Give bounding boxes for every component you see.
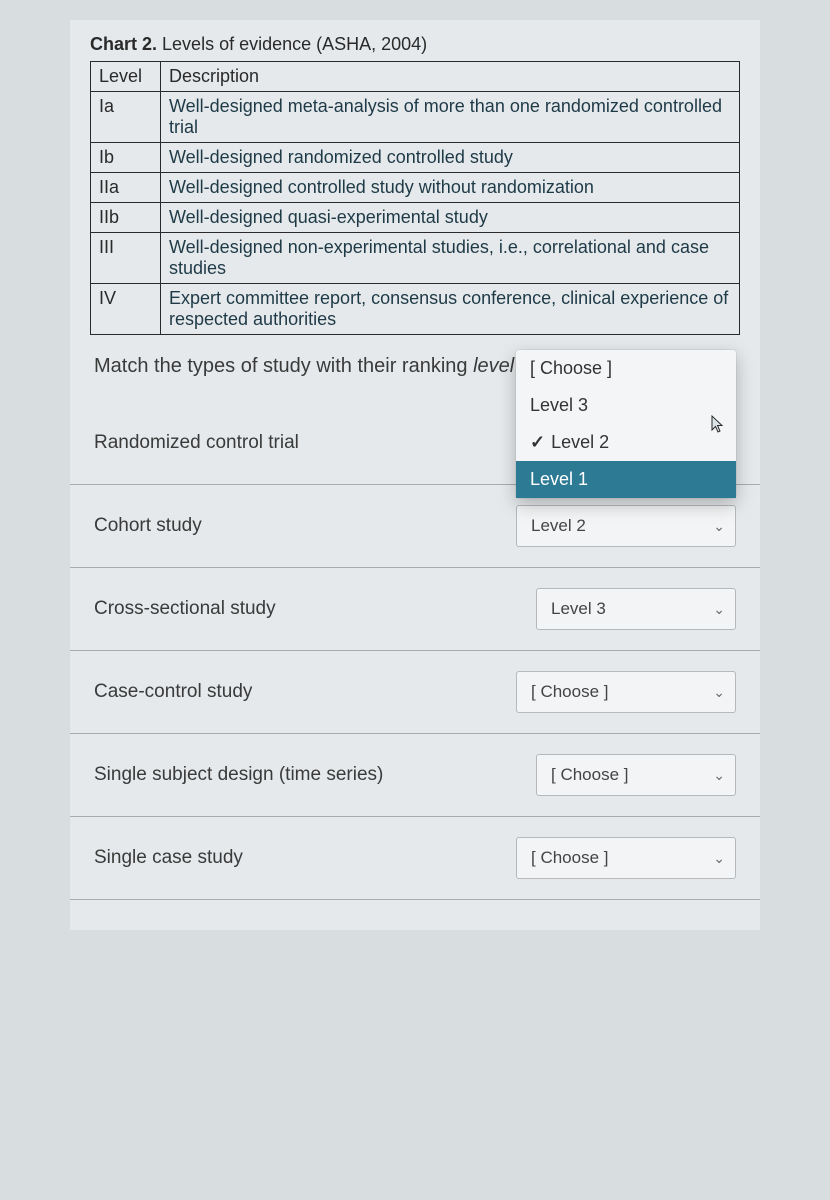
match-row-randomized: Randomized control trial Level 1 ⌄ [ Cho… [70,402,760,485]
cell-description: Well-designed randomized controlled stud… [161,143,740,173]
cell-level: IIa [91,173,161,203]
question-italic: level [473,355,514,377]
table-row: IaWell-designed meta-analysis of more th… [91,92,740,143]
match-label: Cohort study [94,515,516,537]
select-value: Level 3 [551,599,606,619]
chevron-down-icon: ⌄ [713,767,725,784]
cell-description: Well-designed non-experimental studies, … [161,233,740,284]
match-label: Cross-sectional study [94,598,536,620]
table-row: IIIWell-designed non-experimental studie… [91,233,740,284]
match-label: Single case study [94,847,516,869]
level-select[interactable]: Level 2 ⌄ [516,505,736,547]
match-row-cross-sectional: Cross-sectional study Level 3 ⌄ [70,568,760,651]
evidence-table: Level Description IaWell-designed meta-a… [90,61,740,335]
table-row: IIbWell-designed quasi-experimental stud… [91,203,740,233]
level-select[interactable]: Level 3 ⌄ [536,588,736,630]
cell-level: Ib [91,143,161,173]
dropdown-item-level3[interactable]: Level 3 [516,387,736,424]
question-page: Chart 2. Levels of evidence (ASHA, 2004)… [70,20,760,930]
level-select[interactable]: [ Choose ] ⌄ [516,671,736,713]
match-label: Case-control study [94,681,516,703]
header-description: Description [161,62,740,92]
cell-level: IV [91,284,161,335]
chevron-down-icon: ⌄ [713,601,725,618]
chevron-down-icon: ⌄ [713,684,725,701]
cell-description: Well-designed meta-analysis of more than… [161,92,740,143]
chart-title-bold: Chart 2. [90,34,157,54]
cell-description: Well-designed quasi-experimental study [161,203,740,233]
level-select[interactable]: [ Choose ] ⌄ [536,754,736,796]
level-dropdown-open[interactable]: [ Choose ] Level 3 Level 2 Level 1 [516,350,736,498]
cell-level: III [91,233,161,284]
dropdown-item-level2[interactable]: Level 2 [516,424,736,461]
match-row-single-case: Single case study [ Choose ] ⌄ [70,817,760,900]
chevron-down-icon: ⌄ [713,850,725,867]
table-header-row: Level Description [91,62,740,92]
table-row: IVExpert committee report, consensus con… [91,284,740,335]
select-value: [ Choose ] [551,765,629,785]
cell-level: Ia [91,92,161,143]
match-row-case-control: Case-control study [ Choose ] ⌄ [70,651,760,734]
level-select[interactable]: [ Choose ] ⌄ [516,837,736,879]
dropdown-item-label: Level 1 [530,469,588,490]
cell-level: IIb [91,203,161,233]
dropdown-item-level1[interactable]: Level 1 [516,461,736,498]
match-row-single-subject: Single subject design (time series) [ Ch… [70,734,760,817]
select-value: [ Choose ] [531,682,609,702]
cell-description: Expert committee report, consensus confe… [161,284,740,335]
dropdown-item-choose[interactable]: [ Choose ] [516,350,736,387]
header-level: Level [91,62,161,92]
question-prefix: Match the types of study with their rank… [94,355,473,377]
table-row: IIaWell-designed controlled study withou… [91,173,740,203]
cell-description: Well-designed controlled study without r… [161,173,740,203]
match-label: Randomized control trial [94,432,516,454]
cursor-icon [710,414,726,434]
chart-title: Chart 2. Levels of evidence (ASHA, 2004) [70,30,760,61]
table-row: IbWell-designed randomized controlled st… [91,143,740,173]
match-label: Single subject design (time series) [94,764,536,786]
select-value: Level 2 [531,516,586,536]
chevron-down-icon: ⌄ [713,518,725,535]
chart-title-text: Levels of evidence (ASHA, 2004) [157,34,427,54]
select-value: [ Choose ] [531,848,609,868]
